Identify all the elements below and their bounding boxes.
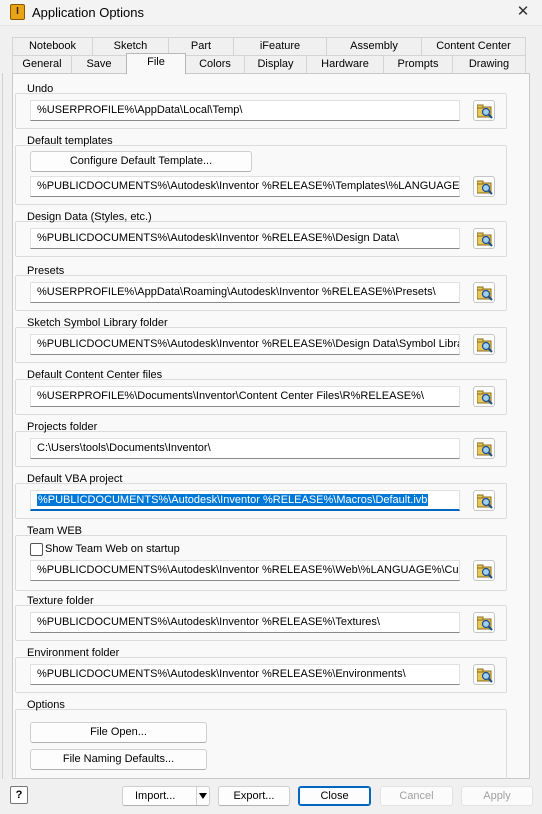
folder-browse-icon bbox=[477, 104, 493, 119]
close-icon: ✕ bbox=[516, 3, 530, 20]
vba-label: Default VBA project bbox=[27, 473, 123, 485]
environment-label: Environment folder bbox=[27, 647, 120, 659]
undo-browse-button[interactable] bbox=[473, 100, 495, 121]
texture-label: Texture folder bbox=[27, 595, 94, 607]
texture-browse-button[interactable] bbox=[473, 612, 495, 633]
folder-browse-icon bbox=[477, 390, 493, 405]
vba-path-field[interactable]: %PUBLICDOCUMENTS%\Autodesk\Inventor %REL… bbox=[30, 490, 460, 511]
scroll-edge bbox=[0, 73, 3, 779]
tab-save[interactable]: Save bbox=[71, 55, 127, 74]
show-team-web-label[interactable]: Show Team Web on startup bbox=[45, 543, 180, 555]
tab-content-center[interactable]: Content Center bbox=[421, 37, 526, 56]
tab-row-back: Notebook Sketch Part iFeature Assembly C… bbox=[12, 37, 526, 56]
help-button[interactable]: ? bbox=[10, 786, 28, 804]
texture-path-field[interactable]: %PUBLICDOCUMENTS%\Autodesk\Inventor %REL… bbox=[30, 612, 460, 633]
templates-path-field[interactable]: %PUBLICDOCUMENTS%\Autodesk\Inventor %REL… bbox=[30, 176, 460, 197]
projects-label: Projects folder bbox=[27, 421, 98, 433]
templates-browse-button[interactable] bbox=[473, 176, 495, 197]
undo-path-field[interactable]: %USERPROFILE%\AppData\Local\Temp\ bbox=[30, 100, 460, 121]
folder-browse-icon bbox=[477, 668, 493, 683]
title-bar: I Application Options ✕ bbox=[0, 0, 542, 26]
projects-path-field[interactable]: C:\Users\tools\Documents\Inventor\ bbox=[30, 438, 460, 459]
design-data-label: Design Data (Styles, etc.) bbox=[27, 211, 152, 223]
show-team-web-checkbox[interactable] bbox=[30, 543, 43, 556]
inventor-app-icon: I bbox=[10, 4, 25, 20]
team-web-path-field[interactable]: %PUBLICDOCUMENTS%\Autodesk\Inventor %REL… bbox=[30, 560, 460, 581]
chevron-down-icon[interactable] bbox=[199, 793, 207, 799]
sketch-symbol-browse-button[interactable] bbox=[473, 334, 495, 355]
projects-browse-button[interactable] bbox=[473, 438, 495, 459]
file-open-button[interactable]: File Open... bbox=[30, 722, 207, 743]
folder-browse-icon bbox=[477, 286, 493, 301]
folder-browse-icon bbox=[477, 442, 493, 457]
tab-file[interactable]: File bbox=[126, 53, 186, 74]
vba-path-selected-text: %PUBLICDOCUMENTS%\Autodesk\Inventor %REL… bbox=[37, 494, 429, 506]
tab-ifeature[interactable]: iFeature bbox=[233, 37, 327, 56]
presets-browse-button[interactable] bbox=[473, 282, 495, 303]
window-title: Application Options bbox=[32, 5, 145, 20]
folder-browse-icon bbox=[477, 616, 493, 631]
close-button[interactable]: Close bbox=[298, 786, 371, 806]
folder-browse-icon bbox=[477, 338, 493, 353]
export-button[interactable]: Export... bbox=[218, 786, 290, 806]
default-templates-label: Default templates bbox=[27, 135, 113, 147]
content-center-browse-button[interactable] bbox=[473, 386, 495, 407]
apply-button[interactable]: Apply bbox=[461, 786, 533, 806]
tab-hardware[interactable]: Hardware bbox=[306, 55, 384, 74]
team-web-browse-button[interactable] bbox=[473, 560, 495, 581]
tab-assembly[interactable]: Assembly bbox=[326, 37, 422, 56]
tab-colors[interactable]: Colors bbox=[185, 55, 245, 74]
folder-browse-icon bbox=[477, 564, 493, 579]
tab-display[interactable]: Display bbox=[244, 55, 307, 74]
close-window-button[interactable]: ✕ bbox=[512, 2, 534, 22]
import-label: Import... bbox=[135, 790, 176, 802]
tab-notebook[interactable]: Notebook bbox=[12, 37, 93, 56]
folder-browse-icon bbox=[477, 180, 493, 195]
vba-browse-button[interactable] bbox=[473, 490, 495, 511]
team-web-label: Team WEB bbox=[27, 525, 83, 537]
file-naming-defaults-button[interactable]: File Naming Defaults... bbox=[30, 749, 207, 770]
tab-drawing[interactable]: Drawing bbox=[452, 55, 526, 74]
environment-browse-button[interactable] bbox=[473, 664, 495, 685]
sketch-symbol-label: Sketch Symbol Library folder bbox=[27, 317, 168, 329]
content-center-path-field[interactable]: %USERPROFILE%\Documents\Inventor\Content… bbox=[30, 386, 460, 407]
tab-general[interactable]: General bbox=[12, 55, 72, 74]
configure-default-template-button[interactable]: Configure Default Template... bbox=[30, 151, 252, 172]
folder-browse-icon bbox=[477, 494, 493, 509]
tab-row-front: General Save File Colors Display Hardwar… bbox=[12, 53, 526, 74]
design-data-path-field[interactable]: %PUBLICDOCUMENTS%\Autodesk\Inventor %REL… bbox=[30, 228, 460, 249]
import-split-divider bbox=[196, 787, 197, 805]
presets-label: Presets bbox=[27, 265, 65, 277]
environment-path-field[interactable]: %PUBLICDOCUMENTS%\Autodesk\Inventor %REL… bbox=[30, 664, 460, 685]
help-icon: ? bbox=[15, 789, 23, 801]
design-data-browse-button[interactable] bbox=[473, 228, 495, 249]
sketch-symbol-path-field[interactable]: %PUBLICDOCUMENTS%\Autodesk\Inventor %REL… bbox=[30, 334, 460, 355]
presets-path-field[interactable]: %USERPROFILE%\AppData\Roaming\Autodesk\I… bbox=[30, 282, 460, 303]
content-center-label: Default Content Center files bbox=[27, 369, 163, 381]
undo-label: Undo bbox=[27, 83, 54, 95]
options-label: Options bbox=[27, 699, 65, 711]
tab-prompts[interactable]: Prompts bbox=[383, 55, 453, 74]
folder-browse-icon bbox=[477, 232, 493, 247]
cancel-button[interactable]: Cancel bbox=[380, 786, 453, 806]
